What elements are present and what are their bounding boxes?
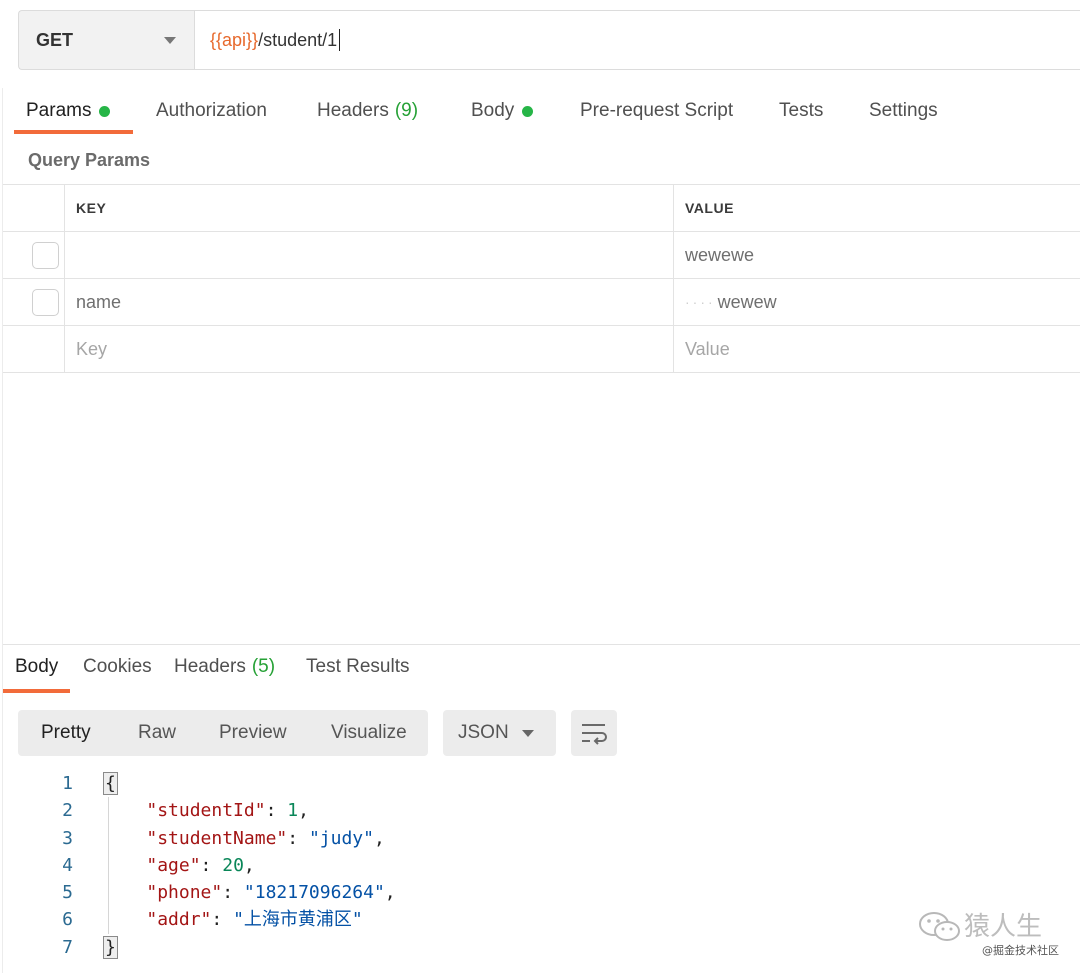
tab-label: Settings [869, 100, 938, 121]
tab-label: Headers [317, 100, 389, 121]
json-value: "18217096264" [243, 882, 385, 904]
json-key: "studentName" [146, 827, 288, 849]
param-key-input[interactable]: name [65, 279, 674, 325]
row-check-cell [3, 326, 65, 372]
param-key-input[interactable] [65, 232, 674, 278]
new-value-input[interactable]: Value [674, 326, 1080, 372]
tab-label: Pre-request Script [580, 100, 734, 121]
column-header-key: KEY [65, 185, 674, 231]
url-path: /student/1 [258, 29, 338, 50]
code-line: 5 "phone": "18217096264", [0, 879, 1080, 906]
row-checkbox[interactable] [32, 242, 59, 269]
tab-authorization[interactable]: Authorization [156, 88, 267, 134]
row-check-cell [3, 279, 65, 325]
open-brace: { [103, 772, 118, 795]
line-number: 5 [62, 882, 73, 904]
tab-body[interactable]: Body [471, 88, 534, 134]
json-key: "phone" [146, 882, 223, 904]
table-row: name ···· wewew [3, 279, 1080, 326]
line-number: 7 [62, 936, 73, 958]
chevron-down-icon [522, 730, 534, 737]
tab-label: Body [15, 656, 59, 677]
code-line: 1 { [0, 770, 1080, 797]
status-dot-icon [522, 105, 534, 117]
json-key: "addr" [146, 909, 212, 931]
wrap-lines-button[interactable] [571, 710, 617, 756]
view-raw-button[interactable]: Raw [138, 710, 176, 756]
watermark-title: 猿人生 [964, 912, 1043, 942]
query-params-table: KEY VALUE wewewe name ···· wewew Key Valu… [3, 184, 1080, 373]
query-params-title: Query Params [28, 150, 151, 170]
row-check-cell [3, 232, 65, 278]
code-line: 4 "age": 20, [0, 852, 1080, 879]
header-check-cell [3, 185, 65, 231]
tab-label: Test Results [306, 656, 410, 677]
method-select[interactable]: GET [18, 10, 194, 70]
status-dot-icon [99, 105, 111, 117]
leading-space-marker: ···· [685, 294, 716, 310]
chevron-down-icon [164, 37, 176, 44]
format-select[interactable]: JSON [443, 710, 556, 756]
code-line: 2 "studentId": 1, [0, 797, 1080, 824]
tab-count: (9) [394, 100, 419, 121]
pane-divider[interactable] [3, 644, 1080, 645]
json-key: "studentId" [146, 800, 266, 822]
tab-params[interactable]: Params [26, 88, 111, 134]
line-number: 1 [62, 773, 73, 794]
request-tabs: Params Authorization Headers (9) Body Pr… [0, 88, 1080, 136]
param-value-text: wewew [717, 291, 777, 312]
json-value: 1 [287, 800, 299, 822]
view-visualize-button[interactable]: Visualize [331, 710, 407, 756]
param-value-text: wewewe [685, 244, 755, 265]
json-key: "age" [146, 854, 201, 876]
tab-label: Body [471, 100, 515, 121]
row-checkbox[interactable] [32, 289, 59, 316]
close-brace: } [103, 935, 118, 959]
tab-headers[interactable]: Headers (9) [317, 88, 418, 134]
request-bar: GET {{api}}/student/1 [18, 10, 1080, 70]
table-header-row: KEY VALUE [3, 185, 1080, 232]
url-variable: {{api}} [210, 29, 259, 50]
tab-tests[interactable]: Tests [779, 88, 823, 134]
tab-settings[interactable]: Settings [869, 88, 938, 134]
tab-label: Authorization [156, 100, 267, 121]
url-input[interactable]: {{api}}/student/1 [194, 10, 1080, 70]
format-label: JSON [458, 722, 509, 743]
code-line: 3 "studentName": "judy", [0, 825, 1080, 852]
line-number: 6 [62, 909, 73, 931]
tab-label: Params [26, 100, 92, 121]
json-value: 20 [222, 854, 244, 876]
tab-label: Cookies [83, 656, 152, 677]
watermark-subtitle: @掘金技术社区 [982, 944, 1059, 957]
wrap-lines-icon [582, 724, 607, 745]
line-number: 2 [62, 800, 73, 822]
active-response-tab-indicator [3, 689, 70, 693]
table-row-new: Key Value [3, 326, 1080, 373]
view-preview-button[interactable]: Preview [219, 710, 287, 756]
tab-pre-request-script[interactable]: Pre-request Script [580, 88, 733, 134]
table-row: wewewe [3, 232, 1080, 279]
column-header-value: VALUE [685, 200, 734, 216]
line-number: 3 [62, 827, 73, 849]
param-value-input[interactable]: wewewe [674, 232, 1080, 278]
line-number: 4 [62, 854, 73, 876]
tab-count: (5) [251, 656, 276, 677]
text-cursor [339, 29, 341, 51]
response-tab-body[interactable]: Body [15, 656, 58, 678]
view-mode-group: Pretty Raw Preview Visualize [18, 710, 428, 756]
response-tab-cookies[interactable]: Cookies [83, 656, 152, 678]
new-key-input[interactable]: Key [65, 326, 674, 372]
json-value: "上海市黄浦区" [233, 909, 363, 931]
view-pretty-button[interactable]: Pretty [41, 710, 91, 756]
method-label: GET [36, 29, 74, 50]
response-tab-headers[interactable]: Headers (5) [174, 656, 275, 678]
param-value-input[interactable]: ···· wewew [674, 279, 1080, 325]
json-value: "judy" [308, 827, 374, 849]
active-tab-indicator [14, 130, 133, 134]
tab-label: Tests [779, 100, 824, 121]
wechat-icon [919, 912, 960, 941]
response-tab-test-results[interactable]: Test Results [306, 656, 409, 678]
tab-label: Headers [174, 656, 246, 677]
